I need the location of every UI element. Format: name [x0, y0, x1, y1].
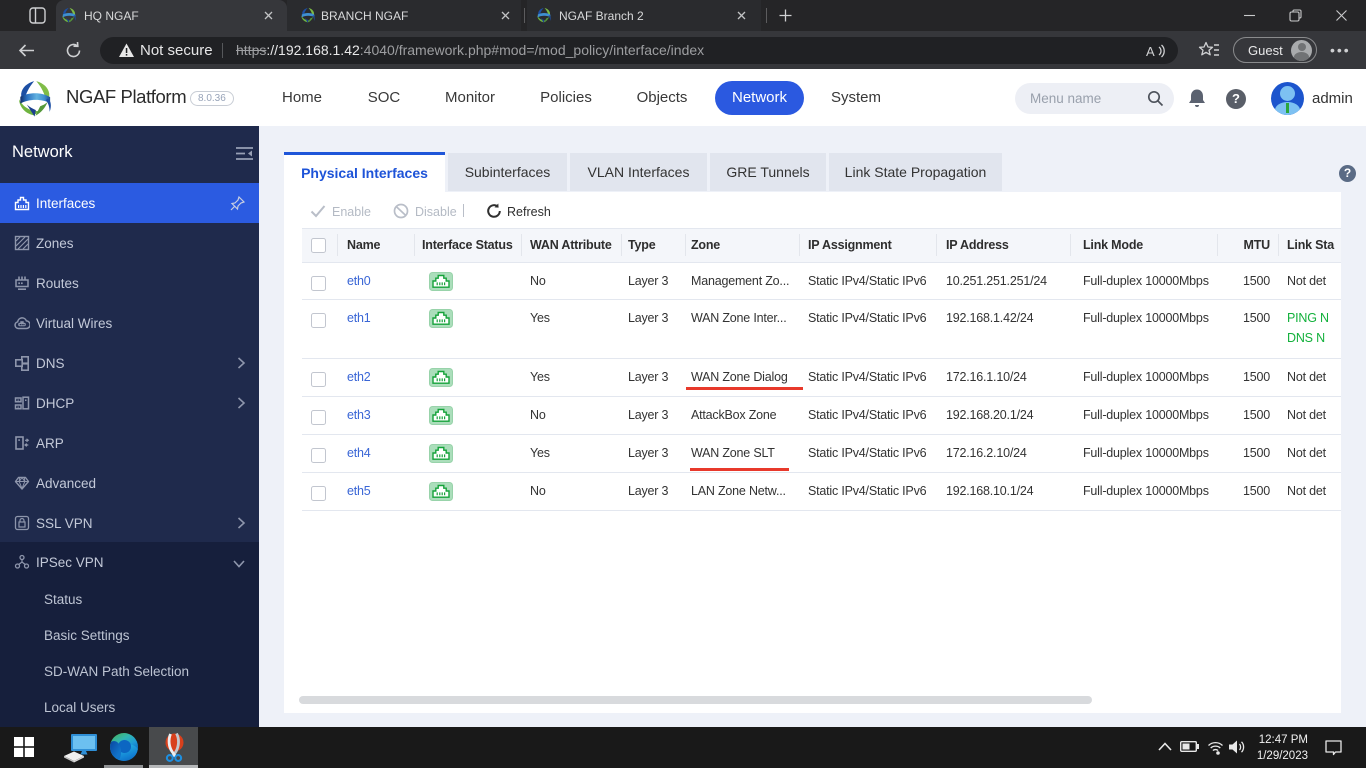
svg-text:A: A: [1146, 44, 1155, 59]
